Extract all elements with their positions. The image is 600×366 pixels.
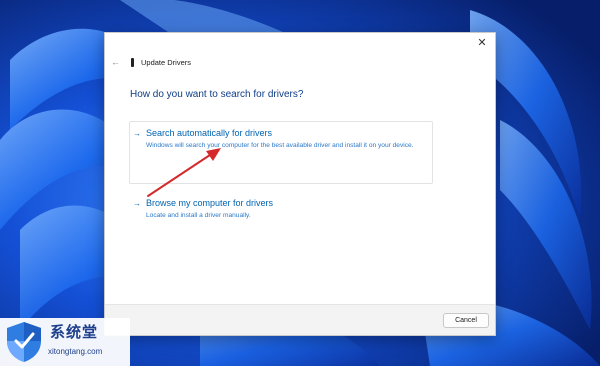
browse-computer-option[interactable]: → Browse my computer for drivers Locate … [129, 191, 433, 231]
dialog-heading: How do you want to search for drivers? [130, 89, 304, 100]
shield-logo [7, 322, 41, 362]
search-automatically-option[interactable]: → Search automatically for drivers Windo… [129, 121, 433, 184]
dialog-titlebar: ← Update Drivers [111, 55, 191, 69]
dialog-title: Update Drivers [141, 57, 192, 67]
watermark-url: xitongtang.com [48, 347, 103, 356]
option-description: Windows will search your computer for th… [146, 142, 414, 149]
drive-icon [131, 57, 134, 67]
arrow-right-icon: → [133, 128, 141, 138]
close-icon[interactable]: ✕ [473, 36, 491, 50]
back-arrow-icon[interactable]: ← [111, 57, 123, 67]
option-title: Search automatically for drivers [146, 128, 273, 138]
arrow-right-icon: → [133, 198, 141, 208]
cancel-button[interactable]: Cancel [443, 313, 489, 328]
option-title: Browse my computer for drivers [146, 198, 274, 208]
dialog-footer: Cancel [105, 304, 495, 335]
watermark: 系统堂 xitongtang.com [0, 318, 130, 366]
option-description: Locate and install a driver manually. [146, 212, 251, 219]
update-drivers-dialog: ✕ ← Update Drivers How do you want to se… [104, 32, 496, 336]
watermark-chinese-text: 系统堂 [50, 323, 99, 341]
